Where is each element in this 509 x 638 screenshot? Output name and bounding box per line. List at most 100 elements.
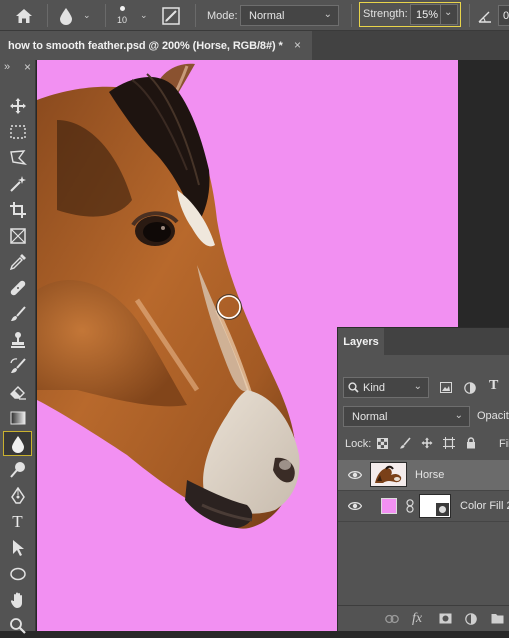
chevron-down-icon: ⌄ [83,10,91,20]
angle-input[interactable]: 0 [498,5,509,26]
chevron-down-icon: ⌄ [444,7,453,18]
document-tab-bar: how to smooth feather.psd @ 200% (Horse,… [0,31,509,60]
opacity-label: Opacity [477,410,509,422]
eye-icon[interactable] [348,469,362,481]
lock-all-icon[interactable] [466,437,476,449]
arrow-icon [12,539,24,556]
brush-size-picker[interactable]: 10 ⌄ [114,0,148,31]
shape-tool[interactable] [3,561,32,586]
layers-tab-bar: Layers [338,328,509,355]
chevron-down-icon: ⌄ [323,9,332,20]
gradient-tool[interactable] [3,405,32,430]
blend-mode-dropdown[interactable]: Normal ⌄ [343,406,470,427]
strength-input[interactable]: 15% ⌄ [410,4,458,25]
brush-tool[interactable] [3,301,32,326]
collapse-icon[interactable]: » [4,61,10,73]
healing-tool[interactable] [3,275,32,300]
chevron-down-icon: ⌄ [140,10,148,20]
ellipse-icon [9,567,26,580]
chain-link-icon[interactable] [406,499,414,513]
chevron-down-icon: ⌄ [413,381,422,392]
add-mask-icon[interactable] [439,613,452,624]
filter-kind-dropdown[interactable]: Kind ⌄ [343,377,429,398]
water-drop-icon [11,435,24,453]
home-icon [16,8,32,23]
fill-label: Fil [499,438,509,450]
history-brush-icon [9,357,26,373]
eyedropper-tool[interactable] [3,249,32,274]
tab-layers[interactable]: Layers [338,328,384,355]
type-icon: T [12,511,23,531]
hand-tool[interactable] [3,587,32,612]
magic-wand-tool[interactable] [3,171,32,196]
document-tab-title: how to smooth feather.psd @ 200% (Horse,… [8,39,283,52]
lock-label: Lock: [345,438,372,450]
magic-wand-icon [9,175,26,192]
link-layers-icon[interactable] [385,614,399,624]
brush-settings-icon [162,6,180,25]
lock-artboard-icon[interactable] [443,437,455,449]
folder-icon[interactable] [491,613,504,624]
layer-name[interactable]: Color Fill 2 [460,500,509,512]
lock-transparency-icon[interactable] [377,438,388,449]
brush-preview-dot [120,6,125,11]
toolbar: » × T [0,60,36,634]
document-tab[interactable]: how to smooth feather.psd @ 200% (Horse,… [0,31,312,60]
home-button[interactable] [15,0,33,31]
close-icon[interactable]: × [294,38,301,52]
layer-name[interactable]: Horse [415,469,444,481]
water-drop-icon [60,7,72,25]
toolbar-header: » × [0,60,35,78]
eye-icon[interactable] [348,500,362,512]
adjustment-layer-icon[interactable] [465,613,477,625]
pen-tool[interactable] [3,483,32,508]
eraser-tool[interactable] [3,379,32,404]
tool-preset-picker[interactable]: ⌄ [59,0,91,31]
fx-icon[interactable]: fx [412,611,422,627]
history-brush-tool[interactable] [3,353,32,378]
angle-control[interactable]: 0 [478,0,509,31]
strength-value: 15% [416,9,439,21]
marquee-icon [9,124,26,139]
layer-mask-thumbnail[interactable] [419,494,451,518]
layer-row-horse[interactable]: Horse [338,460,509,491]
lock-pixels-icon[interactable] [399,437,411,449]
eyedropper-icon [9,253,26,270]
strength-label: Strength: [363,8,408,20]
stamp-tool[interactable] [3,327,32,352]
lasso-tool[interactable] [3,145,32,170]
horse-thumbnail [370,462,407,487]
horse-thumbnail-image [371,463,406,486]
mode-label: Mode: [207,9,238,22]
magnifier-icon [9,617,26,634]
strength-control[interactable]: Strength: 15% ⌄ [359,2,461,27]
mode-dropdown[interactable]: Normal ⌄ [240,5,339,26]
hand-icon [10,592,22,608]
crop-tool[interactable] [3,197,32,222]
mode-value: Normal [249,9,285,22]
type-filter-icon[interactable]: T [489,378,498,394]
dodge-tool[interactable] [3,457,32,482]
image-filter-icon[interactable] [440,382,452,393]
move-icon [9,97,26,114]
frame-icon [9,227,26,244]
lock-position-icon[interactable] [421,437,433,449]
color-fill-swatch[interactable] [381,498,397,514]
zoom-tool[interactable] [3,613,32,638]
pen-icon [10,486,25,504]
move-tool[interactable] [3,93,32,118]
layer-row-color-fill[interactable]: Color Fill 2 [338,491,509,522]
stamp-icon [10,331,25,348]
brush-settings-button[interactable] [162,0,180,31]
type-tool[interactable]: T [3,509,32,534]
polygonal-lasso-icon [9,149,27,165]
frame-tool[interactable] [3,223,32,248]
search-icon [348,382,359,393]
layers-footer: fx [338,605,509,633]
adjustment-filter-icon[interactable] [464,382,476,394]
lock-row: Lock: Fil [338,436,509,454]
marquee-tool[interactable] [3,119,32,144]
close-icon[interactable]: × [24,60,31,74]
path-selection-tool[interactable] [3,535,32,560]
blur-tool[interactable] [3,431,32,456]
